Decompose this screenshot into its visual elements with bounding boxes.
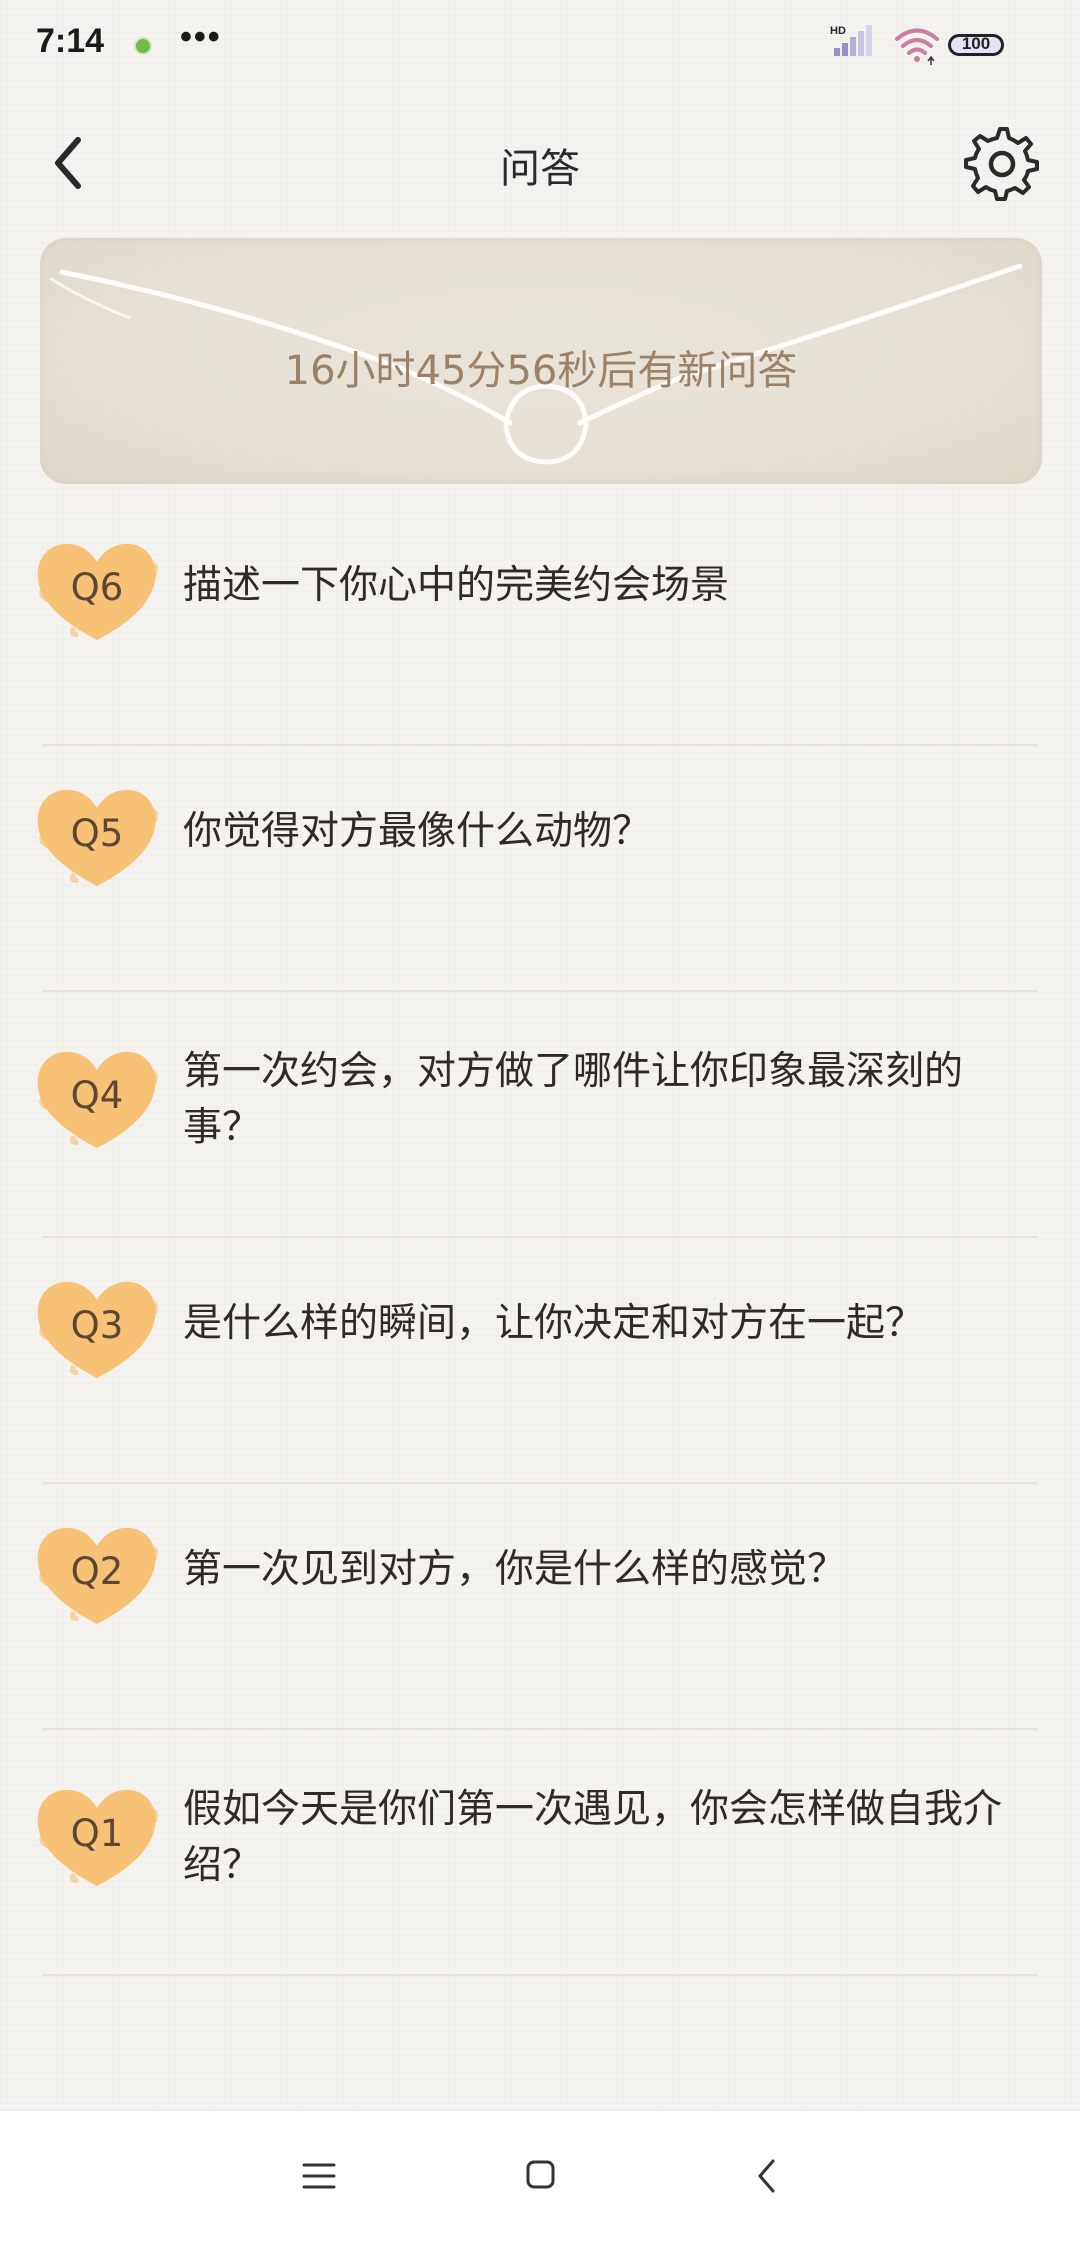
back-icon [758,2159,775,2193]
battery-icon: 100 [948,34,1004,56]
signal-icon: HD [830,25,872,56]
question-number: Q3 [70,1304,124,1347]
status-time: 7:14 [36,22,105,60]
question-text: 描述一下你心中的完美约会场景 [183,563,730,608]
countdown-banner: 16小时45分56秒后有新问答 [40,238,1042,484]
question-text: 第一次约会，对方做了哪件让你印象最深刻的事？ [183,1049,964,1150]
question-badge: Q2 [34,1520,160,1630]
notification-dot-icon [134,37,152,55]
question-number: Q5 [70,812,124,855]
divider [42,1974,1038,1976]
network-label: HD [830,25,846,37]
status-bar: 7:14 ••• HD 100 [0,0,1080,90]
question-text: 你觉得对方最像什么动物？ [183,809,652,854]
settings-button[interactable] [964,126,1040,202]
question-badge: Q6 [34,536,160,646]
question-badge: Q1 [34,1782,160,1892]
menu-button[interactable] [290,2151,350,2201]
question-badge: Q4 [34,1044,160,1154]
question-badge: Q3 [34,1274,160,1384]
question-text: 第一次见到对方，你是什么样的感觉？ [183,1547,847,1592]
question-number: Q1 [70,1812,124,1855]
question-item[interactable]: Q4 第一次约会，对方做了哪件让你印象最深刻的事？ [0,992,1080,1238]
home-icon [526,2160,555,2189]
gear-icon [964,127,1039,201]
question-number: Q6 [70,566,124,609]
system-nav-bar [0,2110,1080,2245]
menu-icon [302,2163,336,2189]
countdown-text: 16小时45分56秒后有新问答 [284,348,798,394]
question-badge: Q5 [34,782,160,892]
question-number: Q2 [70,1550,124,1593]
question-text: 假如今天是你们第一次遇见，你会怎样做自我介绍？ [183,1787,1003,1888]
question-text: 是什么样的瞬间，让你决定和对方在一起？ [183,1301,925,1346]
wifi-icon [895,28,939,65]
page-title: 问答 [500,146,580,192]
question-list: Q6 描述一下你心中的完美约会场景 Q5 你觉得对方最像什么动物？ Q4 第一次约会，对方… [0,500,1080,1976]
more-dots: ••• [180,18,222,56]
question-item[interactable]: Q2 第一次见到对方，你是什么样的感觉？ [0,1484,1080,1730]
question-item[interactable]: Q3 是什么样的瞬间，让你决定和对方在一起？ [0,1238,1080,1484]
question-number: Q4 [70,1074,124,1117]
header: 问答 [0,110,1080,210]
home-button[interactable] [510,2151,570,2201]
question-item[interactable]: Q5 你觉得对方最像什么动物？ [0,746,1080,992]
question-item[interactable]: Q1 假如今天是你们第一次遇见，你会怎样做自我介绍？ [0,1730,1080,1976]
battery-level: 100 [961,34,991,53]
question-item[interactable]: Q6 描述一下你心中的完美约会场景 [0,500,1080,746]
nav-back-button[interactable] [738,2151,798,2201]
